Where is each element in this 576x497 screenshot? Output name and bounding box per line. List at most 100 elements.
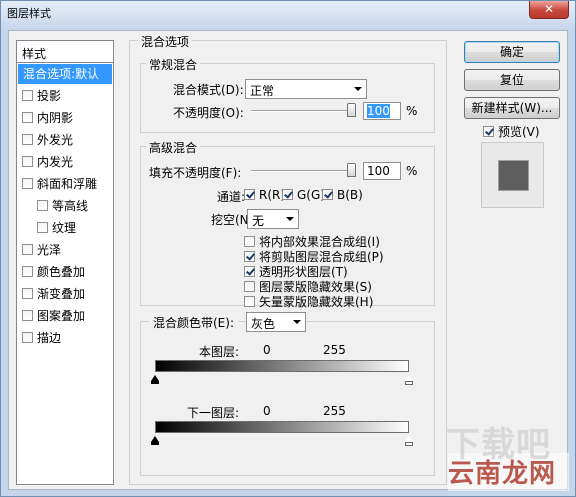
channel-checkbox[interactable] <box>322 189 333 200</box>
style-list-checkbox[interactable] <box>22 90 33 101</box>
reset-button[interactable]: 复位 <box>464 69 560 91</box>
knockout-select[interactable]: 无 <box>247 209 299 229</box>
style-list-item-label: 描边 <box>37 331 62 345</box>
channel-checkbox-row[interactable]: R(R) <box>244 188 285 202</box>
style-list-item[interactable]: 混合选项:默认 <box>18 64 112 84</box>
style-list-item[interactable]: 斜面和浮雕 <box>17 173 113 195</box>
channel-label: B(B) <box>337 188 363 202</box>
style-list-item[interactable]: 内发光 <box>17 151 113 173</box>
style-list-item[interactable]: 描边 <box>17 327 113 349</box>
watermark: 下载吧 云南龙网 <box>446 425 569 491</box>
style-list-checkbox[interactable] <box>22 288 33 299</box>
style-list-item[interactable]: 渐变叠加 <box>17 283 113 305</box>
channel-checkbox[interactable] <box>244 189 255 200</box>
style-list-item-label: 内阴影 <box>37 111 74 125</box>
new-style-button[interactable]: 新建样式(W)... <box>464 97 560 119</box>
opacity-slider-thumb[interactable] <box>347 103 356 117</box>
channel-checkbox[interactable] <box>282 189 293 200</box>
blend-if-value: 灰色 <box>251 317 276 331</box>
window-title: 图层样式 <box>7 7 51 20</box>
blend-mode-label: 混合模式(D): <box>173 83 244 97</box>
fill-opacity-label: 填充不透明度(F): <box>149 166 242 180</box>
advanced-option-label: 图层蒙版隐藏效果(S) <box>259 280 372 294</box>
style-list-item-label: 渐变叠加 <box>37 287 86 301</box>
chevron-down-icon <box>293 320 301 324</box>
preview-checkbox-row[interactable]: 预览(V) <box>483 123 540 140</box>
style-list-checkbox[interactable] <box>22 178 33 189</box>
style-list-checkbox[interactable] <box>22 332 33 343</box>
blend-if-select[interactable]: 灰色 <box>246 312 306 332</box>
this-layer-gradient <box>155 360 409 372</box>
advanced-blending-title: 高级混合 <box>146 139 201 156</box>
chevron-down-icon <box>286 217 294 221</box>
underlying-layer-low: 0 <box>263 404 271 418</box>
style-list-item-label: 内发光 <box>37 155 74 169</box>
style-list-checkbox[interactable] <box>37 200 48 211</box>
advanced-option-checkbox[interactable] <box>244 251 255 262</box>
advanced-option-label: 矢量蒙版隐藏效果(H) <box>259 295 374 309</box>
style-list-checkbox[interactable] <box>22 156 33 167</box>
style-list-checkbox[interactable] <box>37 222 48 233</box>
dialog-client-area: 样式 混合选项:默认投影内阴影外发光内发光斜面和浮雕等高线纹理光泽 颜色叠加渐变叠… <box>8 30 569 491</box>
this-layer-label: 本图层: <box>199 345 240 359</box>
channel-checkbox-row[interactable]: B(B) <box>322 188 363 202</box>
blend-if-label: 混合颜色带(E): <box>149 314 238 331</box>
style-list-item[interactable]: 图案叠加 <box>17 305 113 327</box>
style-list-item[interactable]: 纹理 <box>17 217 113 239</box>
channel-checkbox-row[interactable]: G(G) <box>282 188 325 202</box>
underlying-layer-gradient <box>155 421 409 433</box>
opacity-percent: % <box>406 104 418 118</box>
ok-button[interactable]: 确定 <box>464 41 560 63</box>
underlying-layer-black-slider-base[interactable] <box>151 442 159 445</box>
fill-opacity-input[interactable]: 100 <box>363 162 401 180</box>
fill-opacity-slider-thumb[interactable] <box>347 163 356 177</box>
advanced-option-checkbox[interactable] <box>244 266 255 277</box>
style-list-item[interactable]: 内阴影 <box>17 107 113 129</box>
channel-label: G(G) <box>297 188 325 202</box>
opacity-label: 不透明度(O): <box>173 106 244 120</box>
preview-label: 预览(V) <box>498 125 540 139</box>
style-list-checkbox[interactable] <box>22 310 33 321</box>
blend-mode-select[interactable]: 正常 <box>245 79 367 99</box>
style-list-item[interactable]: 颜色叠加 <box>17 261 113 283</box>
style-list-item-label: 混合选项:默认 <box>23 67 100 81</box>
general-blending-title: 常规混合 <box>146 56 201 73</box>
advanced-option-row[interactable]: 矢量蒙版隐藏效果(H) <box>244 293 373 310</box>
this-layer-low: 0 <box>263 343 271 357</box>
style-list-checkbox[interactable] <box>22 134 33 145</box>
title-bar[interactable]: 图层样式 ✕ <box>1 1 575 23</box>
preview-checkbox[interactable] <box>483 126 494 137</box>
preview-swatch <box>498 160 529 191</box>
advanced-option-checkbox[interactable] <box>244 281 255 292</box>
style-preview <box>481 142 544 208</box>
style-list-item-label: 斜面和浮雕 <box>37 177 98 191</box>
knockout-value: 无 <box>252 214 265 228</box>
chevron-down-icon <box>354 87 362 91</box>
style-list-item[interactable]: 等高线 <box>17 195 113 217</box>
blend-options-group: 混合选项 常规混合 混合模式(D): 正常 不透明度(O): 100 % 高级混… <box>129 33 447 485</box>
advanced-option-checkbox[interactable] <box>244 296 255 307</box>
underlying-layer-high: 255 <box>323 404 346 418</box>
style-list-checkbox[interactable] <box>22 244 33 255</box>
underlying-layer-white-slider-base[interactable] <box>405 442 413 446</box>
style-list-checkbox[interactable] <box>22 266 33 277</box>
style-list-item-label: 纹理 <box>52 221 77 235</box>
advanced-blending-group: 高级混合 填充不透明度(F): 100 % 通道: R(R) G(G) B(B) 挖… <box>140 139 435 309</box>
style-list-item-label: 图案叠加 <box>37 309 86 323</box>
fill-opacity-slider-track[interactable] <box>251 170 351 172</box>
advanced-option-label: 将剪贴图层混合成组(P) <box>259 250 384 264</box>
style-list-item[interactable]: 光泽 <box>17 239 113 261</box>
this-layer-black-slider-base[interactable] <box>151 381 159 384</box>
blend-options-title: 混合选项 <box>138 33 193 50</box>
advanced-option-checkbox[interactable] <box>244 236 255 247</box>
style-list-item[interactable]: 外发光 <box>17 129 113 151</box>
style-list-header[interactable]: 样式 <box>17 41 113 63</box>
style-list-item-label: 投影 <box>37 89 62 103</box>
style-list-checkbox[interactable] <box>22 112 33 123</box>
opacity-input[interactable]: 100 <box>363 102 401 120</box>
style-list-item[interactable]: 投影 <box>17 85 113 107</box>
close-button[interactable]: ✕ <box>529 1 569 19</box>
this-layer-white-slider-base[interactable] <box>405 381 413 385</box>
opacity-slider-track[interactable] <box>251 110 351 112</box>
fill-opacity-percent: % <box>406 164 418 178</box>
